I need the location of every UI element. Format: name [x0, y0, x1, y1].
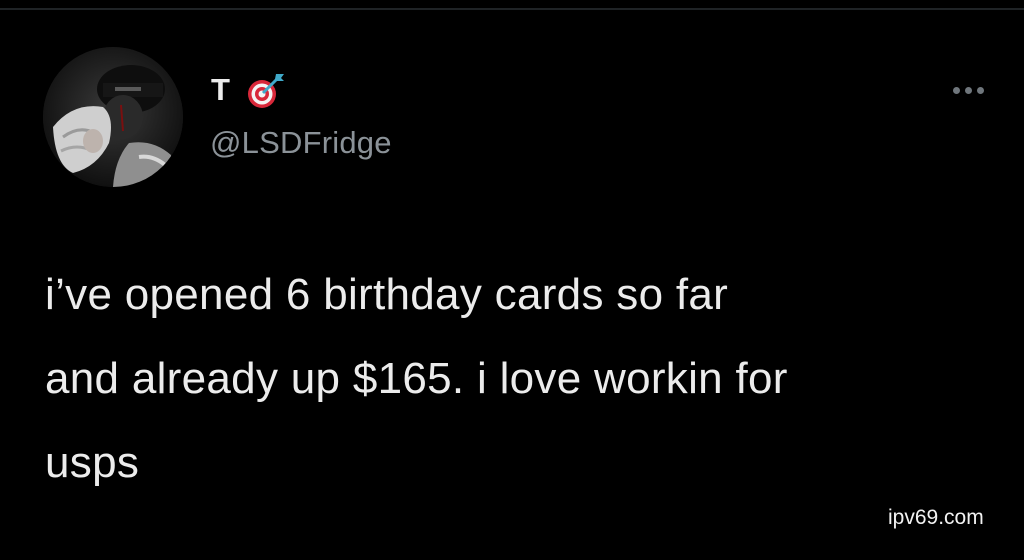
- dot: [952, 86, 960, 94]
- tweet-text-line: i’ve opened 6 birthday cards so far: [45, 270, 729, 319]
- avatar-photo-icon: [43, 47, 183, 187]
- author-handle[interactable]: @LSDFridge: [210, 123, 392, 163]
- tweet-text-line: usps: [45, 438, 140, 487]
- watermark: ipv69.com: [888, 506, 984, 529]
- tweet-text-line: and already up $165. i love workin for: [45, 354, 788, 403]
- direct-hit-dart-icon: [246, 70, 286, 110]
- dot: [976, 86, 984, 94]
- dot: [964, 86, 972, 94]
- tweet-screenshot: T @LSDFridge i’ve opened 6 birthday card…: [0, 0, 1024, 560]
- more-dots-icon[interactable]: [944, 80, 992, 100]
- display-name-text: T: [211, 72, 230, 107]
- tweet-text: i’ve opened 6 birthday cards so far and …: [45, 253, 985, 505]
- top-divider: [0, 8, 1024, 10]
- author-display-name[interactable]: T: [211, 70, 286, 110]
- avatar[interactable]: [43, 47, 183, 187]
